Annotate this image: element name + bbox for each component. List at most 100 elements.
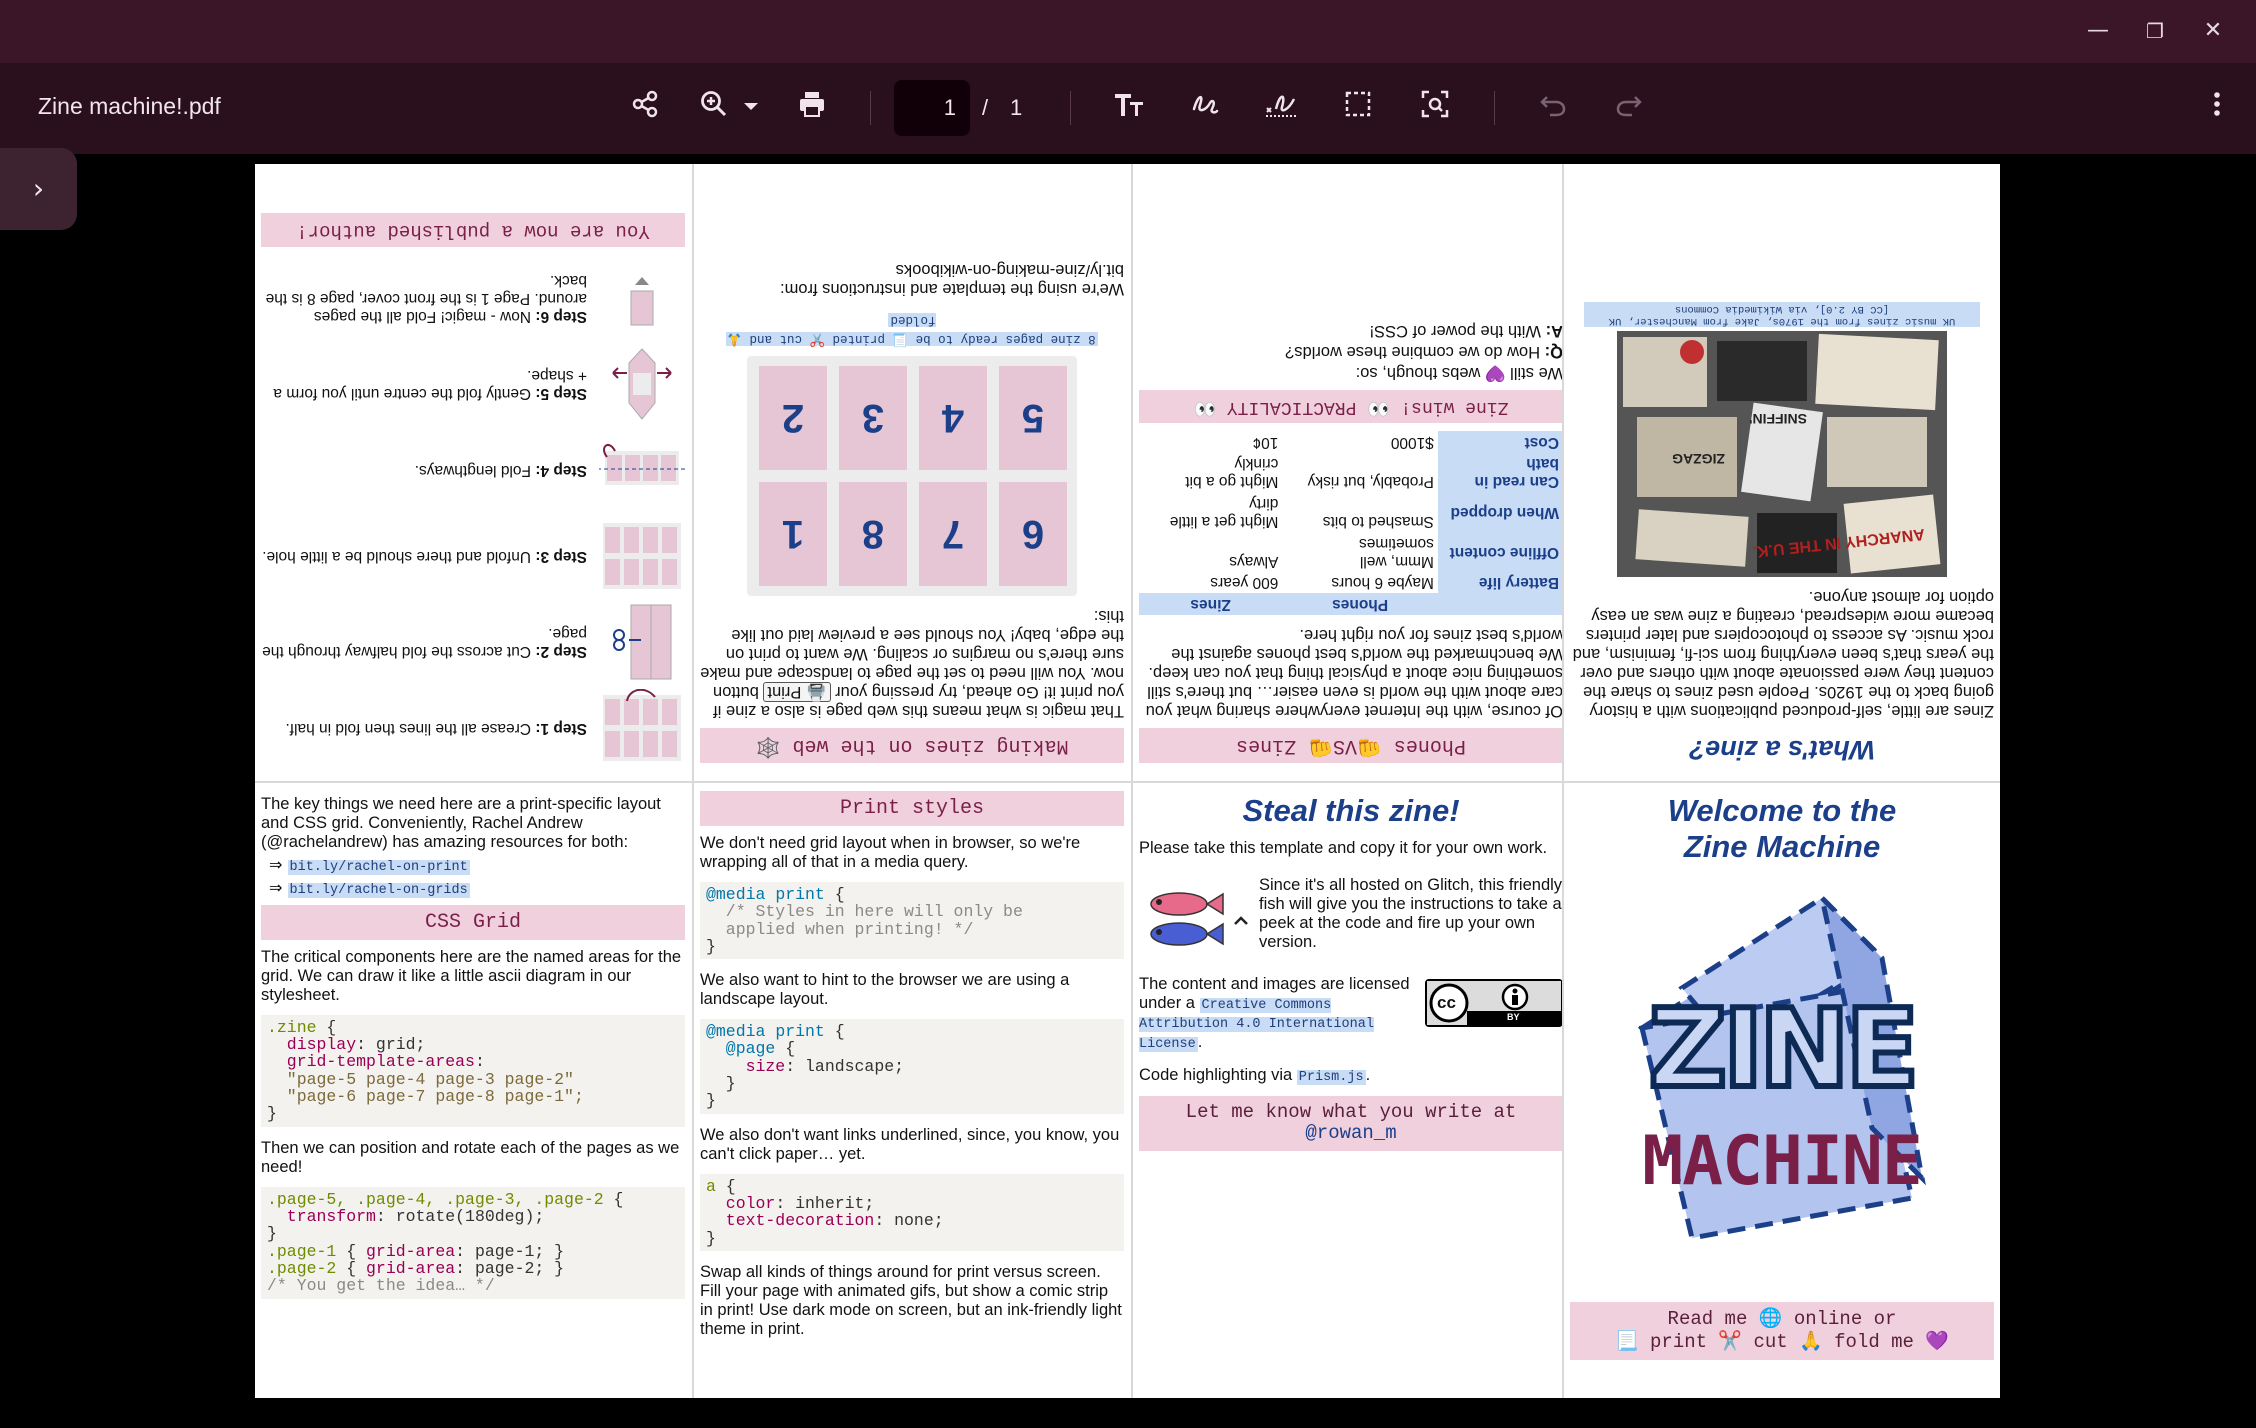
code-token: /* Styles in here will only be [706,902,1023,922]
banner-line: Read me 🌐 online or [1667,1308,1897,1331]
sidebar-toggle-button[interactable]: › [0,148,77,230]
steal-title: Steal this zine! [1242,793,1460,828]
step-text: Fold lengthways. [414,461,536,479]
print-icon[interactable] [793,89,831,127]
fold-diagram-step1 [595,688,685,767]
fold-step: Step 1: Crease all the lines then fold i… [261,685,685,771]
code-token: : landscape; [785,1056,905,1076]
table-row: Offline content Mmm, well sometimes Always [1139,531,1563,572]
code-token: { [336,1241,367,1261]
code-token: display [267,1035,357,1055]
zoom-dropdown-icon[interactable] [736,89,766,127]
q-label: Q: [1544,343,1563,362]
code-token: } [267,1104,277,1124]
text-run: Code highlighting via [1139,1066,1297,1085]
cell-zines: 600 years [1210,574,1279,592]
code-token: : page-2; } [455,1258,565,1278]
undo-icon[interactable] [1534,89,1572,127]
signature-icon[interactable] [1262,89,1300,127]
minimize-button[interactable]: — [2081,14,2115,48]
fold-step: Step 5: Gently fold the centre until you… [261,341,685,427]
landscape-paragraph: We also want to hint to the browser we a… [700,971,1070,1009]
cc-by-badge[interactable]: cc BY [1425,978,1563,1027]
collage-text: SNIFFIN' [1749,411,1807,428]
code-token: .page-5, .page-4, .page-3, .page-2 [267,1189,604,1209]
fold-diagram-step2 [595,603,685,681]
cell-zines: 10¢ [1252,433,1279,451]
code-token: grid-area [366,1241,456,1261]
more-menu-icon[interactable] [2198,89,2236,127]
code-token: size [706,1056,786,1076]
code-token: : grid; [356,1035,426,1055]
table-row: Can read in bath Probably, but risky Might… [1139,452,1563,493]
zine-sheet-preview: 6 7 8 1 5 4 3 2 [747,356,1077,597]
row-label: Can read in bath [1437,452,1563,493]
code-token: "page-5 page-4 page-3 page-2" [267,1069,574,1089]
redo-icon[interactable] [1610,89,1648,127]
select-area-icon[interactable] [1339,89,1377,127]
print-styles-heading: Print styles [700,791,1124,826]
glitch-fish-icon[interactable] [1139,876,1259,965]
media-query-paragraph: We don't need grid layout when in browse… [700,834,1081,871]
resource-links: bit.ly/rachel-on-print bit.ly/rachel-on-… [261,856,685,899]
rachel-grids-link[interactable]: bit.ly/rachel-on-grids [287,883,470,899]
screenshot-search-icon[interactable] [1416,89,1454,127]
step-label: Step 5: [535,384,587,402]
zoom-in-icon[interactable] [695,89,733,127]
rachel-print-link[interactable]: bit.ly/rachel-on-print [287,859,470,875]
row-label: Cost [1437,430,1563,453]
document-title: Zine machine!.pdf [38,93,221,119]
wikibooks-link[interactable]: bit.ly/zine-making-on-wikibooks [896,261,1124,279]
code-token: @media [706,1022,766,1042]
sheet-page-number: 3 [839,366,907,471]
code-token: { [715,1176,736,1196]
cell-zines: Always [1229,552,1279,570]
steal-intro: Please take this template and copy it fo… [1139,838,1548,857]
logo-word-machine: MACHINE [1642,1122,1923,1202]
cell-phones: Mmm, well sometimes [1358,534,1434,570]
step-label: Step 6: [535,307,587,325]
twitter-handle-link[interactable]: @rowan_m [1305,1122,1396,1145]
sheet-page-number: 8 [839,482,907,587]
row-label: When dropped [1437,492,1563,532]
code-token: a [706,1176,716,1196]
whats-a-zine-paragraph: Zines are little, self-produced publicat… [1572,588,1994,720]
code-token: { [316,1017,337,1037]
step-label: Step 1: [535,719,587,737]
fold-step: Step 2: Cut across the fold halfway thro… [261,599,685,685]
code-token: : page-1; } [455,1241,565,1261]
prism-link[interactable]: Prism.js [1296,1070,1366,1086]
close-button[interactable]: ✕ [2196,14,2230,48]
cell-zines: Might get a little dirty [1169,495,1279,530]
zine-page-whats-a-zine: What's a zine? Zines are little, self-pr… [1564,164,2000,781]
welcome-title: Welcome to the Zine Machine [1570,793,1994,864]
zine-machine-logo: ZINE MACHINE [1582,878,1982,1268]
text-run: We're using the template and instruction… [779,280,1124,299]
print-button-illustration: 🖨️ Print [763,682,831,703]
column-header-phones: Phones [1282,593,1438,616]
code-token: ); [524,1206,545,1226]
page-number-input[interactable]: 1 [894,80,970,136]
license-paragraph: The content and images are licensed unde… [1139,975,1415,1053]
zine-page-css-grid: The key things we need here are a print-… [255,783,691,1398]
code-token: applied when printing! */ [706,919,974,939]
draw-icon[interactable] [1186,89,1224,127]
code-token: .page-2 [267,1258,337,1278]
swap-paragraph: Swap all kinds of things around for prin… [700,1262,1122,1338]
share-icon[interactable] [626,89,664,127]
code-token: print [765,1022,825,1042]
code-token: .zine [267,1017,317,1037]
photo-license: [CC BY 2.0], via Wikimedia Commons [1674,302,1890,315]
photo-caption: UK music zines from the 1970s, Jake from… [1608,315,1956,328]
webs-text: We still 💜 webs though, so: [1355,364,1563,383]
maximize-button[interactable]: ❐ [2138,14,2172,48]
code-token: text-decoration [706,1211,875,1231]
text-run: With the power of CSS! [1369,322,1546,341]
table-row: Battery life Maybe 6 hours 600 years [1139,571,1563,594]
read-me-banner: Read me 🌐 online or 📃 print ✂️ cut 🙏 fol… [1570,1302,1994,1360]
css-grid-intro: The key things we need here are a print-… [261,795,661,851]
making-zines-paragraph: That magic is what means this web page i… [700,606,1124,720]
text-icon[interactable] [1110,89,1148,127]
cell-zines: Might go a bit crinkly [1185,455,1279,491]
sheet-page-number: 7 [919,482,987,587]
